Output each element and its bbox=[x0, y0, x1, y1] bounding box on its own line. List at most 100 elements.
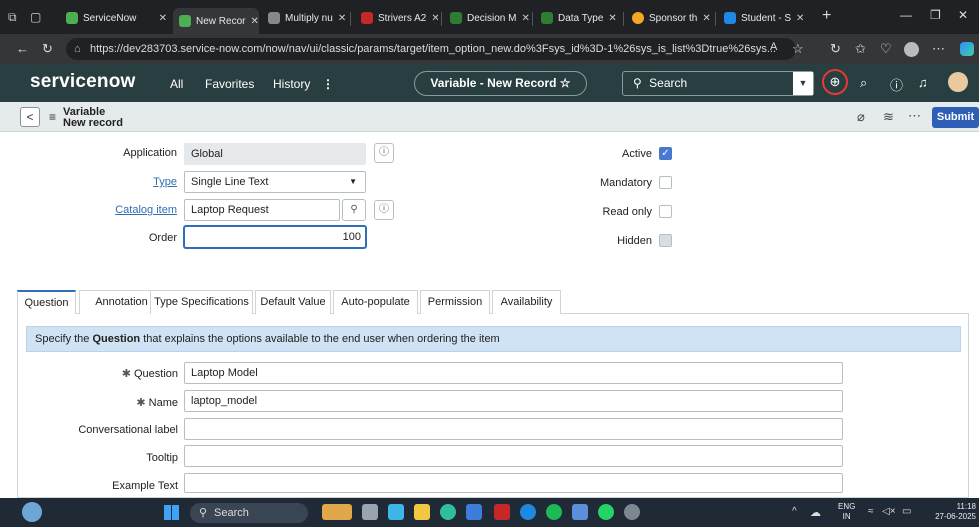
browser-essentials-icon[interactable]: ♡ bbox=[880, 41, 892, 57]
taskbar-search[interactable]: ⚲ Search bbox=[190, 503, 308, 523]
mcafee-icon[interactable] bbox=[494, 504, 510, 520]
lookup-search-icon[interactable]: ⚲ bbox=[342, 199, 366, 221]
paperclip-icon[interactable]: ⌀ bbox=[857, 109, 865, 125]
close-icon[interactable]: ✕ bbox=[159, 13, 167, 24]
store-app-icon[interactable] bbox=[466, 504, 482, 520]
close-icon[interactable]: ✕ bbox=[796, 13, 804, 24]
copilot-icon[interactable] bbox=[960, 42, 974, 56]
refresh-icon[interactable]: ↻ bbox=[42, 41, 53, 57]
browser-tab-7[interactable]: Sponsor th ✕ bbox=[626, 6, 712, 30]
volume-icon[interactable]: ◁× bbox=[882, 506, 896, 517]
chevron-down-icon[interactable]: ▼ bbox=[793, 72, 813, 95]
bell-icon[interactable]: ♫ bbox=[918, 75, 928, 90]
chat-icon[interactable]: ⌕ bbox=[860, 75, 867, 91]
refresh-extension-icon[interactable]: ↻ bbox=[830, 41, 841, 57]
language-indicator[interactable]: ENG IN bbox=[838, 502, 855, 522]
required-asterisk-icon: ✱ bbox=[121, 368, 134, 380]
taskbar-search-label: Search bbox=[214, 507, 249, 519]
browser-tab-4[interactable]: Strivers A2 ✕ bbox=[355, 6, 438, 30]
chevron-up-icon[interactable]: ^ bbox=[792, 506, 797, 517]
copilot-app-icon[interactable] bbox=[388, 504, 404, 520]
nav-history[interactable]: History bbox=[273, 77, 310, 91]
wifi-icon[interactable]: ≈ bbox=[868, 506, 874, 517]
tooltip-input[interactable] bbox=[184, 445, 843, 467]
favorites-icon[interactable]: ✩ bbox=[855, 41, 866, 57]
info-icon[interactable]: ⓘ bbox=[374, 143, 394, 163]
edge-browser-icon[interactable] bbox=[440, 504, 456, 520]
back-arrow-icon[interactable]: ← bbox=[16, 41, 29, 56]
tab-permission[interactable]: Permission bbox=[420, 290, 490, 314]
more-actions-icon[interactable]: ⋯ bbox=[908, 108, 921, 124]
windows-start-icon[interactable] bbox=[164, 505, 179, 520]
url-field[interactable]: ⌂ https://dev283703.service-now.com/now/… bbox=[66, 38, 796, 60]
info-icon[interactable]: ⓘ bbox=[374, 200, 394, 220]
nav-favorites[interactable]: Favorites bbox=[205, 77, 254, 91]
close-icon[interactable]: ✕ bbox=[702, 13, 710, 24]
settings-gear-icon[interactable] bbox=[624, 504, 640, 520]
close-icon[interactable]: ✕ bbox=[431, 13, 438, 24]
tab-availability[interactable]: Availability bbox=[492, 290, 561, 314]
file-explorer-icon[interactable] bbox=[414, 504, 430, 520]
nav-more-icon[interactable]: ⋮ bbox=[322, 77, 334, 91]
settings-sliders-icon[interactable]: ≋ bbox=[883, 109, 894, 125]
nav-all[interactable]: All bbox=[170, 77, 183, 91]
whatsapp-icon[interactable] bbox=[598, 504, 614, 520]
close-window-icon[interactable]: ✕ bbox=[958, 8, 968, 22]
read-aloud-icon[interactable]: A bbox=[770, 41, 777, 53]
cloud-icon[interactable]: ☁ bbox=[810, 506, 821, 519]
question-input[interactable]: Laptop Model bbox=[184, 362, 843, 384]
more-menu-icon[interactable]: ⋯ bbox=[932, 41, 945, 57]
task-view-icon[interactable] bbox=[362, 504, 378, 520]
close-icon[interactable]: ✕ bbox=[338, 13, 346, 24]
order-input[interactable]: 100 bbox=[184, 226, 366, 248]
tab-default-value[interactable]: Default Value bbox=[255, 290, 331, 314]
tab-auto-populate[interactable]: Auto-populate bbox=[333, 290, 418, 314]
type-select[interactable]: Single Line Text ▼ bbox=[184, 171, 366, 193]
conversational-label-input[interactable] bbox=[184, 418, 843, 440]
favorite-star-icon[interactable]: ☆ bbox=[792, 41, 804, 57]
submit-button[interactable]: Submit bbox=[932, 107, 979, 128]
catalog-item-field[interactable]: Laptop Request bbox=[184, 199, 340, 221]
tab-type-specifications[interactable]: Type Specifications bbox=[150, 290, 253, 314]
restore-icon[interactable]: ❐ bbox=[930, 8, 941, 22]
browser-tab-1[interactable]: ServiceNow ✕ bbox=[60, 6, 173, 30]
browser-tab-6[interactable]: Data Type ✕ bbox=[535, 6, 620, 30]
minimize-icon[interactable]: — bbox=[900, 8, 912, 22]
active-checkbox[interactable]: ✓ bbox=[659, 147, 672, 160]
close-icon[interactable]: ✕ bbox=[521, 13, 529, 24]
hamburger-icon[interactable]: ≡ bbox=[49, 110, 56, 124]
close-icon[interactable]: ✕ bbox=[608, 13, 616, 24]
help-icon[interactable]: ⓘ bbox=[890, 75, 903, 94]
catalog-item-label-link[interactable]: Catalog item bbox=[60, 204, 177, 216]
battery-icon[interactable]: ▭ bbox=[902, 506, 911, 517]
chrome-icon[interactable] bbox=[520, 504, 536, 520]
global-search[interactable]: ⚲ Search ▼ bbox=[622, 71, 814, 96]
notepad-icon[interactable] bbox=[572, 504, 588, 520]
mandatory-checkbox[interactable] bbox=[659, 176, 672, 189]
weather-icon[interactable] bbox=[22, 502, 42, 522]
vertical-tabs-icon[interactable]: ▢ bbox=[30, 10, 41, 24]
name-input[interactable]: laptop_model bbox=[184, 390, 843, 412]
new-tab-icon[interactable]: + bbox=[822, 7, 831, 25]
hidden-checkbox[interactable] bbox=[659, 234, 672, 247]
browser-tab-5[interactable]: Decision M ✕ bbox=[444, 6, 529, 30]
spotify-icon[interactable] bbox=[546, 504, 562, 520]
tab-label: Strivers A2 bbox=[378, 12, 427, 24]
globe-scope-icon[interactable]: ⊕ bbox=[822, 69, 848, 95]
servicenow-logo[interactable]: servicenow bbox=[30, 71, 136, 93]
close-icon[interactable]: ✕ bbox=[250, 16, 258, 27]
browser-tab-2[interactable]: New Recor ✕ bbox=[173, 8, 259, 34]
tab-actions-icon[interactable]: ⧉ bbox=[8, 10, 17, 25]
back-button[interactable]: < bbox=[20, 107, 40, 127]
browser-tab-8[interactable]: Student - S ✕ bbox=[718, 6, 810, 30]
user-avatar[interactable] bbox=[948, 72, 968, 92]
profile-avatar[interactable] bbox=[904, 42, 919, 57]
type-label-link[interactable]: Type bbox=[60, 176, 177, 188]
browser-tab-3[interactable]: Multiply nu ✕ bbox=[262, 6, 347, 30]
people-app-icon[interactable] bbox=[322, 504, 352, 520]
tab-question[interactable]: Question bbox=[17, 290, 76, 314]
example-text-input[interactable] bbox=[184, 473, 843, 493]
record-title-pill[interactable]: Variable - New Record ☆ bbox=[414, 71, 587, 96]
clock[interactable]: 11:18 27-06-2025 bbox=[926, 502, 976, 522]
read-only-checkbox[interactable] bbox=[659, 205, 672, 218]
